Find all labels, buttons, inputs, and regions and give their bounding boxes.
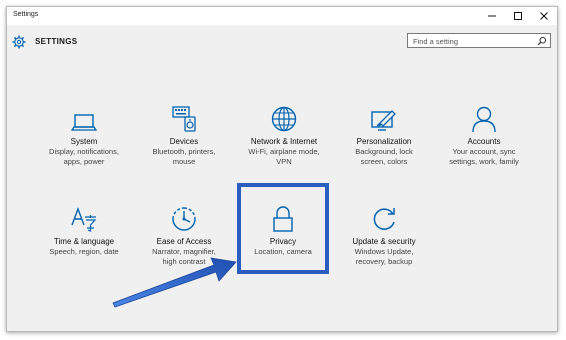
pointer-arrow <box>112 257 237 308</box>
